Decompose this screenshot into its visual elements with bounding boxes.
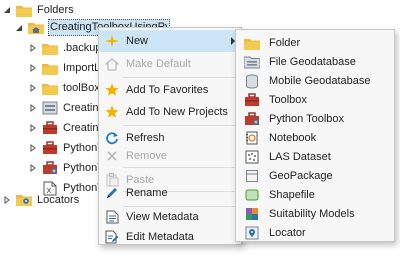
submenu-label-python-toolbox: Python Toolbox — [269, 113, 345, 125]
tree-row-locators[interactable]: Locators — [2, 190, 79, 210]
submenu-label-locator: Locator — [269, 227, 306, 239]
chevron-right-icon[interactable] — [28, 83, 38, 93]
star-icon — [104, 104, 120, 120]
toolbox-icon — [244, 92, 260, 108]
submenu-label-shapefile: Shapefile — [269, 189, 315, 201]
menu-item-edit-metadata[interactable]: Edit Metadata — [99, 226, 241, 248]
chevron-right-icon[interactable] — [28, 143, 38, 153]
chevron-right-icon[interactable] — [28, 163, 38, 173]
menu-separator — [123, 167, 239, 168]
las-dataset-icon — [244, 149, 260, 165]
new-sparkle-icon — [104, 33, 120, 49]
folder-icon — [244, 35, 260, 51]
menu-label-make-default: Make Default — [126, 58, 191, 70]
chevron-down-icon[interactable] — [14, 23, 24, 33]
locator-icon — [244, 225, 260, 241]
menu-item-add-to-new-projects[interactable]: Add To New Projects — [99, 101, 241, 123]
chevron-right-icon[interactable] — [28, 103, 38, 113]
submenu-label-folder: Folder — [269, 37, 301, 49]
toolbox-icon — [42, 121, 58, 135]
tree-row-backups[interactable]: .backups — [28, 38, 107, 58]
menu-item-make-default[interactable]: Make Default — [99, 53, 241, 75]
submenu-label-suitability-models: Suitability Models — [269, 208, 355, 220]
menu-item-view-metadata[interactable]: View Metadata — [99, 206, 241, 228]
menu-separator — [123, 125, 239, 126]
python-toolbox-icon — [244, 111, 260, 127]
submenu-label-las-dataset: LAS Dataset — [269, 151, 331, 163]
menu-item-rename[interactable]: Rename — [99, 182, 241, 204]
toolbox-icon — [42, 141, 58, 155]
submenu-label-mobile-geodatabase: Mobile Geodatabase — [269, 75, 371, 87]
refresh-icon — [104, 130, 120, 146]
geopackage-icon — [244, 168, 260, 184]
folder-icon — [42, 41, 58, 55]
remove-x-icon — [104, 148, 120, 164]
menu-label-refresh: Refresh — [126, 132, 165, 144]
chevron-right-icon[interactable] — [2, 195, 12, 205]
home-folder-icon — [28, 21, 44, 35]
mobile-geodatabase-icon — [244, 73, 260, 89]
tree-label-locators: Locators — [37, 194, 80, 206]
suitability-model-icon — [244, 206, 260, 222]
tree-row-folders[interactable]: Folders — [2, 0, 74, 20]
rename-pencil-icon — [104, 185, 120, 201]
submenu-label-file-geodatabase: File Geodatabase — [269, 56, 356, 68]
folder-icon — [16, 3, 32, 17]
submenu-label-notebook: Notebook — [269, 132, 317, 144]
menu-item-new[interactable]: New — [99, 30, 241, 52]
submenu-item-locator[interactable]: Locator — [236, 222, 394, 244]
menu-label-add-to-favorites: Add To Favorites — [126, 84, 209, 96]
chevron-right-icon[interactable] — [28, 43, 38, 53]
notebook-icon — [244, 130, 260, 146]
menu-label-add-to-new-projects: Add To New Projects — [126, 106, 228, 118]
view-metadata-icon — [104, 209, 120, 225]
menu-label-new: New — [126, 35, 149, 47]
tree-row-project-folder[interactable] — [14, 18, 49, 38]
geodatabase-icon — [42, 101, 58, 115]
shapefile-icon — [244, 187, 260, 203]
folder-icon — [42, 81, 58, 95]
edit-metadata-icon — [104, 229, 120, 245]
menu-item-remove[interactable]: Remove — [99, 145, 241, 167]
folder-icon — [42, 61, 58, 75]
menu-label-view-metadata: View Metadata — [126, 211, 199, 223]
home-icon — [104, 56, 120, 72]
star-icon — [104, 82, 120, 98]
chevron-right-icon[interactable] — [28, 63, 38, 73]
menu-label-remove: Remove — [126, 150, 167, 162]
menu-label-rename: Rename — [126, 187, 168, 199]
locator-folder-icon — [16, 193, 32, 207]
python-toolbox-icon — [42, 161, 58, 175]
new-submenu: Folder File Geodatabase Mobile Geodataba… — [235, 29, 395, 242]
menu-item-add-to-favorites[interactable]: Add To Favorites — [99, 79, 241, 101]
context-menu: New Make Default Add To Favorites Add To… — [98, 27, 242, 245]
submenu-label-toolbox: Toolbox — [269, 94, 307, 106]
chevron-down-icon[interactable] — [2, 5, 12, 15]
menu-separator — [123, 77, 239, 78]
file-geodatabase-icon — [244, 54, 260, 70]
tree-label-folders: Folders — [37, 4, 74, 16]
chevron-right-icon[interactable] — [28, 123, 38, 133]
submenu-label-geopackage: GeoPackage — [269, 170, 333, 182]
menu-label-edit-metadata: Edit Metadata — [126, 231, 194, 243]
